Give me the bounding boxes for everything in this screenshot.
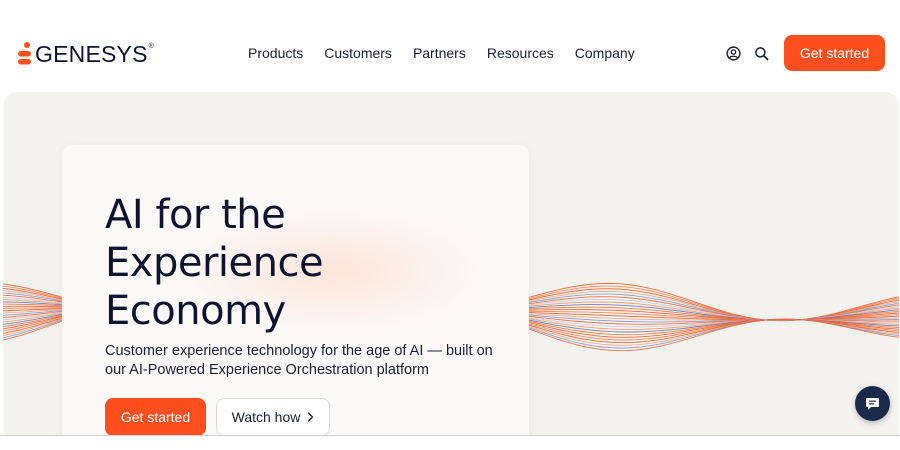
chevron-right-icon (308, 412, 314, 422)
hero-title-line-2: Experience (105, 240, 324, 286)
hero-title-line-1: AI for the (105, 192, 286, 238)
hero-card: AI for the Experience Economy Customer e… (62, 145, 529, 435)
watch-how-button[interactable]: Watch how (216, 398, 330, 435)
user-icon[interactable] (726, 46, 741, 61)
main-nav: Products Customers Partners Resources Co… (248, 44, 635, 62)
hero-section: AI for the Experience Economy Customer e… (3, 92, 899, 435)
logo-wordmark: GENESYS (35, 40, 148, 67)
hero-get-started-button[interactable]: Get started (105, 398, 206, 435)
watch-how-label: Watch how (231, 409, 301, 425)
nav-item-company[interactable]: Company (575, 44, 635, 62)
search-icon[interactable] (754, 46, 769, 61)
nav-item-customers[interactable]: Customers (324, 44, 392, 62)
genesys-logo-mark-icon (18, 42, 31, 65)
nav-item-products[interactable]: Products (248, 44, 303, 62)
page-bottom-divider (0, 435, 900, 436)
chat-button[interactable] (855, 386, 890, 421)
nav-item-partners[interactable]: Partners (413, 44, 466, 62)
logo-trademark: ® (148, 42, 154, 50)
hero-subtitle: Customer experience technology for the a… (105, 343, 493, 378)
genesys-logo[interactable]: GENESYS® (16, 40, 154, 68)
site-header: GENESYS® Products Customers Partners Res… (0, 0, 900, 92)
nav-item-resources[interactable]: Resources (487, 44, 554, 62)
header-get-started-button[interactable]: Get started (784, 35, 885, 71)
hero-title-line-3: Economy (105, 288, 286, 334)
chat-icon (866, 397, 879, 410)
hero-title: AI for the Experience Economy (105, 191, 485, 335)
